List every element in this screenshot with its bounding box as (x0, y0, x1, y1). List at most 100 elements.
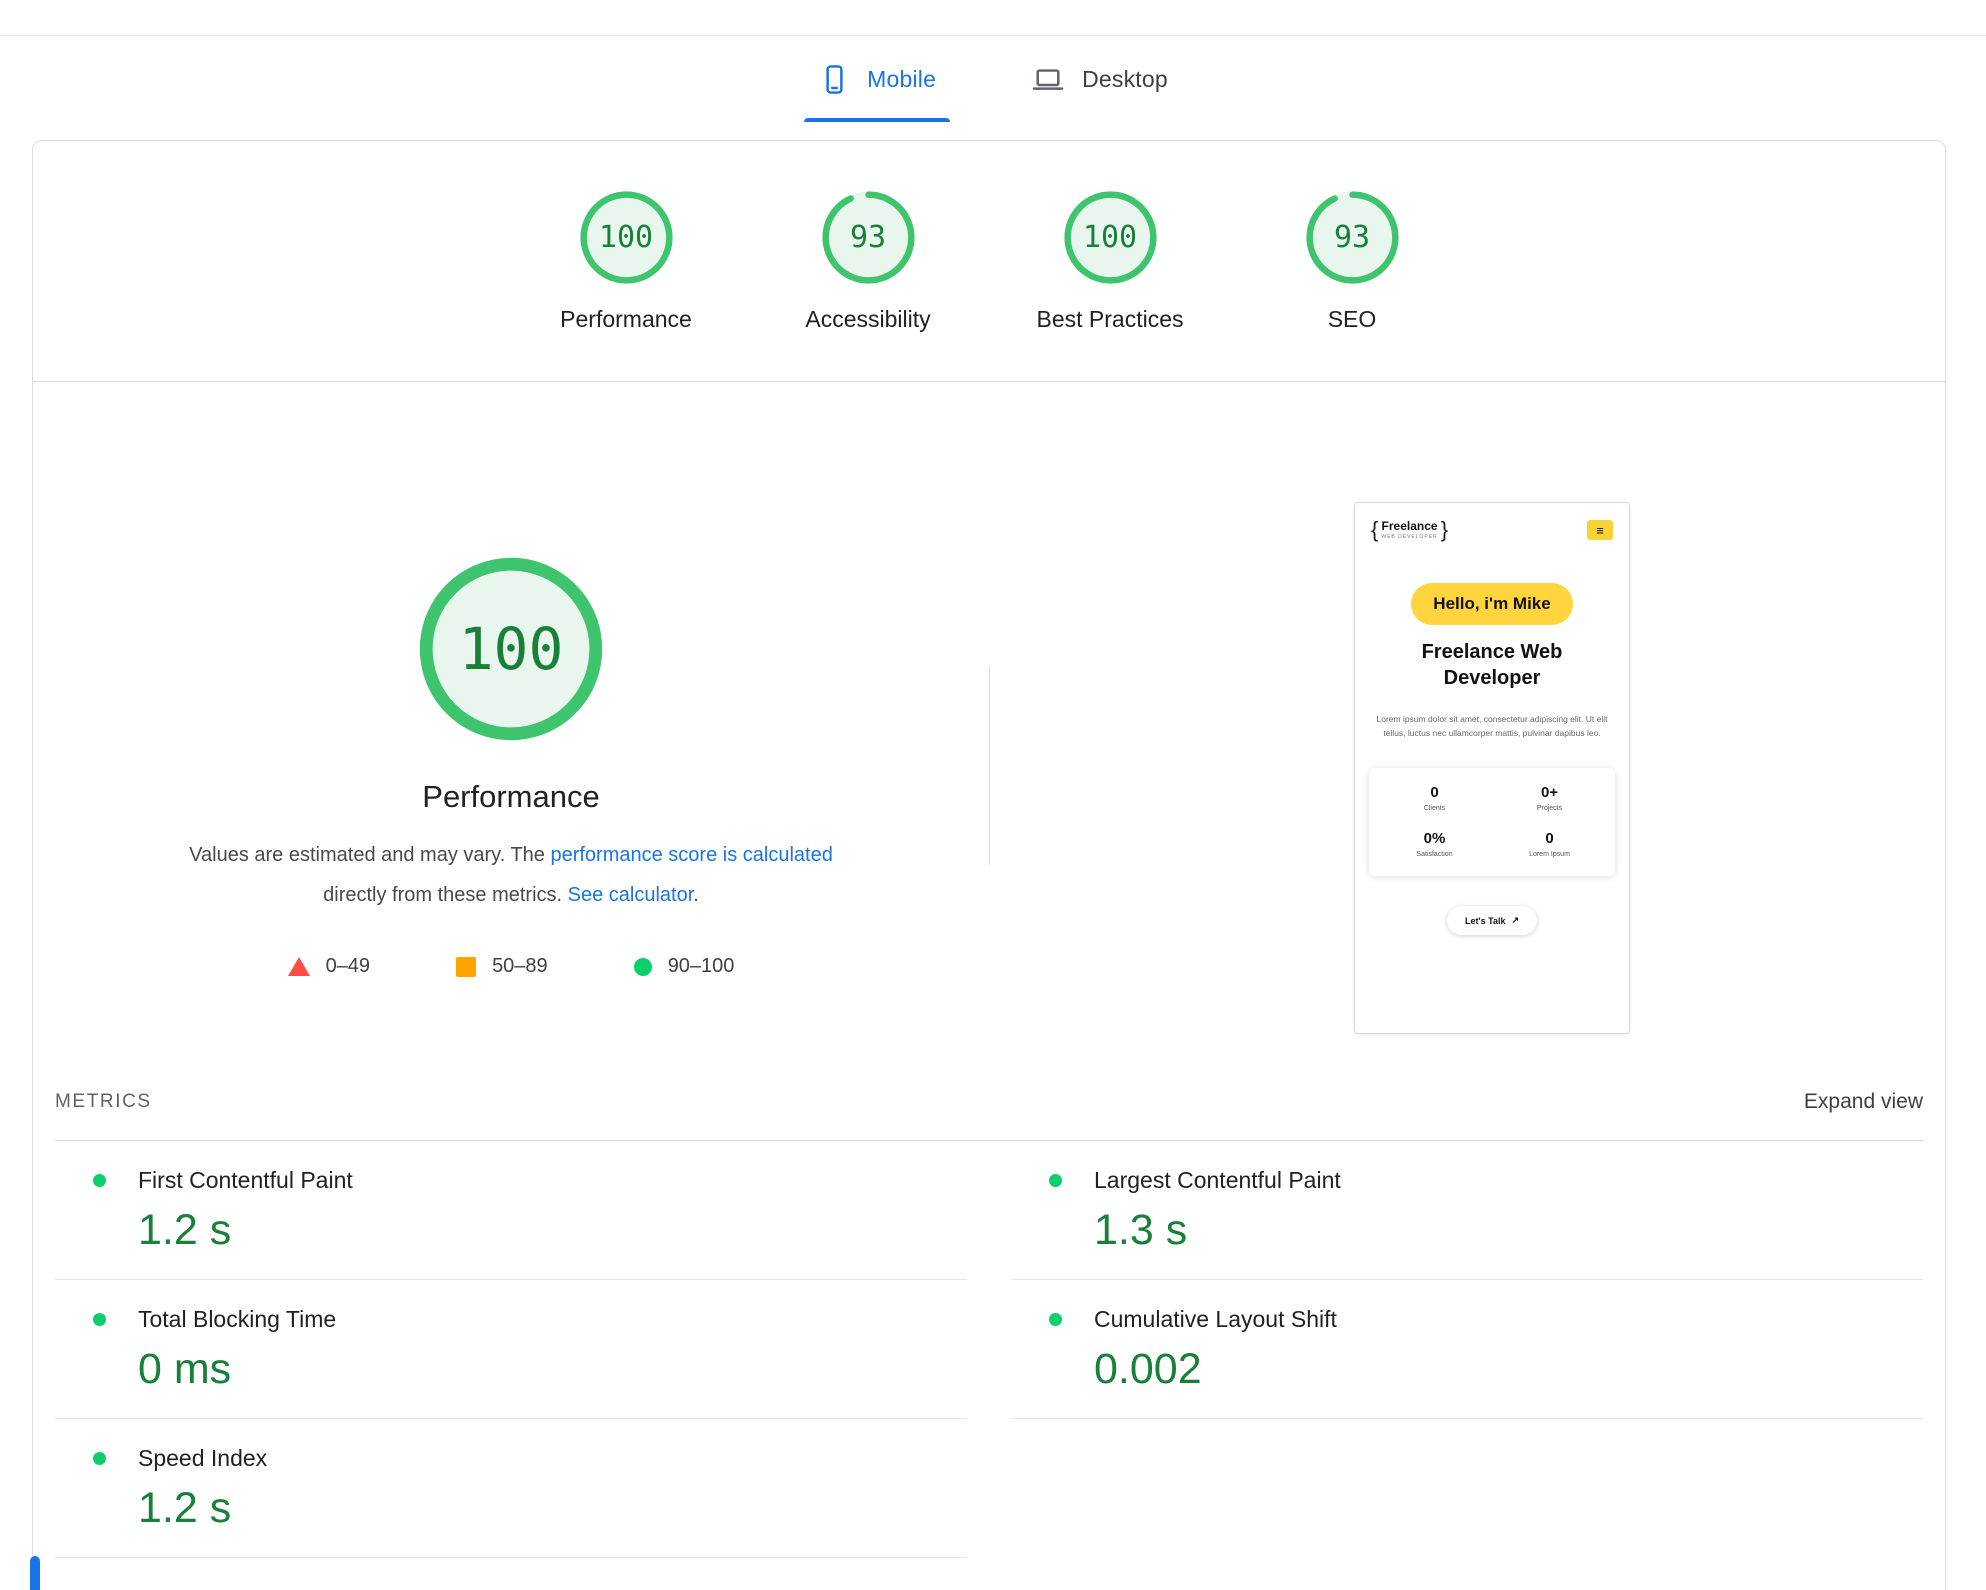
seo-score-label: SEO (1328, 306, 1377, 333)
accessibility-score-gauge: 93 (820, 189, 917, 286)
stat-lorem-ipsum: 0 Lorem Ipsum (1492, 830, 1607, 858)
stat-clients-label: Clients (1424, 805, 1445, 812)
performance-overview-section: 100 Performance Values are estimated and… (33, 382, 1945, 1090)
metrics-section-label: METRICS (55, 1091, 152, 1113)
vertical-divider (989, 668, 990, 865)
performance-summary: 100 Performance Values are estimated and… (33, 382, 989, 1090)
average-square-icon (456, 957, 476, 977)
stat-projects-value: 0+ (1541, 784, 1558, 801)
pass-dot-icon (93, 1313, 106, 1326)
site-logo: { Freelance WEB DEVELOPER } (1371, 519, 1448, 541)
metric-value: 0 ms (55, 1345, 967, 1394)
metric-value: 1.3 s (1011, 1206, 1923, 1255)
tab-desktop-label: Desktop (1082, 66, 1168, 93)
accessibility-score-value: 93 (820, 189, 917, 286)
stat-satisfaction: 0% Satisfaction (1377, 830, 1492, 858)
seo-score-gauge: 93 (1304, 189, 1401, 286)
performance-score-gauge: 100 (578, 189, 675, 286)
metric-name: Cumulative Layout Shift (1094, 1306, 1337, 1333)
logo-subtext: WEB DEVELOPER (1381, 534, 1437, 540)
metric-total-blocking-time: Total Blocking Time 0 ms (55, 1280, 967, 1419)
expand-view-button[interactable]: Expand view (1804, 1090, 1923, 1114)
hamburger-menu-icon: ≡ (1587, 520, 1613, 540)
logo-text: Freelance (1382, 520, 1438, 533)
metric-name: Largest Contentful Paint (1094, 1167, 1341, 1194)
legend-item-average: 50–89 (456, 955, 548, 978)
score-item-best-practices[interactable]: 100 Best Practices (1045, 189, 1175, 333)
see-calculator-link[interactable]: See calculator (568, 884, 694, 906)
stat-clients-value: 0 (1430, 784, 1438, 801)
report-card: 100 Performance 93 Accessibility (32, 140, 1946, 1590)
stat-projects: 0+ Projects (1492, 784, 1607, 812)
main-performance-score: 100 (415, 553, 607, 745)
pagespeed-report-page: Mobile Desktop 100 (0, 0, 1986, 1590)
site-heading: Freelance Web Developer (1392, 639, 1592, 691)
lets-talk-label: Let's Talk (1465, 916, 1506, 926)
legend-range-fail: 0–49 (326, 955, 371, 978)
metric-name: Total Blocking Time (138, 1306, 336, 1333)
pass-circle-icon (634, 958, 652, 976)
mobile-phone-icon (818, 63, 851, 96)
legend-range-pass: 90–100 (668, 955, 735, 978)
pass-dot-icon (93, 1452, 106, 1465)
metrics-grid: First Contentful Paint 1.2 s Total Block… (33, 1141, 1945, 1558)
legend-item-fail: 0–49 (288, 955, 371, 978)
stat-satisfaction-value: 0% (1424, 830, 1446, 847)
hello-badge: Hello, i'm Mike (1411, 583, 1572, 625)
active-tab-underline (804, 118, 950, 122)
metrics-column-left: First Contentful Paint 1.2 s Total Block… (55, 1141, 967, 1558)
site-stats-card: 0 Clients 0+ Projects 0% Satisfaction (1369, 768, 1615, 876)
best-practices-score-value: 100 (1062, 189, 1159, 286)
screenshot-panel: { Freelance WEB DEVELOPER } ≡ Hello, i'm… (989, 382, 1945, 1090)
page-screenshot-thumbnail[interactable]: { Freelance WEB DEVELOPER } ≡ Hello, i'm… (1354, 502, 1630, 1034)
legend-item-pass: 90–100 (634, 955, 735, 978)
tab-mobile-label: Mobile (867, 66, 936, 93)
pass-dot-icon (1049, 1313, 1062, 1326)
stat-satisfaction-label: Satisfaction (1416, 851, 1452, 858)
performance-score-label: Performance (560, 306, 692, 333)
performance-score-value: 100 (578, 189, 675, 286)
metric-first-contentful-paint: First Contentful Paint 1.2 s (55, 1141, 967, 1280)
metric-value: 0.002 (1011, 1345, 1923, 1394)
logo-brace-left: { (1371, 519, 1378, 541)
logo-wordmark: Freelance WEB DEVELOPER (1381, 520, 1437, 539)
logo-brace-right: } (1441, 519, 1448, 541)
metric-value: 1.2 s (55, 1206, 967, 1255)
legend-range-average: 50–89 (492, 955, 548, 978)
score-range-legend: 0–49 50–89 90–100 (288, 955, 735, 978)
stat-clients: 0 Clients (1377, 784, 1492, 812)
score-item-seo[interactable]: 93 SEO (1287, 189, 1417, 333)
best-practices-score-label: Best Practices (1037, 306, 1184, 333)
score-item-accessibility[interactable]: 93 Accessibility (803, 189, 933, 333)
category-scores-row: 100 Performance 93 Accessibility (33, 141, 1945, 333)
score-calculated-link[interactable]: performance score is calculated (550, 844, 832, 866)
performance-section-title: Performance (422, 779, 599, 815)
metric-name: Speed Index (138, 1445, 267, 1472)
tab-desktop[interactable]: Desktop (1020, 36, 1178, 122)
arrow-up-right-icon: ↗ (1511, 915, 1519, 926)
stat-lorem-label: Lorem Ipsum (1529, 851, 1570, 858)
thumbnail-site-header: { Freelance WEB DEVELOPER } ≡ (1355, 503, 1629, 541)
performance-description: Values are estimated and may vary. The p… (171, 835, 851, 915)
metric-speed-index: Speed Index 1.2 s (55, 1419, 967, 1558)
score-item-performance[interactable]: 100 Performance (561, 189, 691, 333)
metrics-header: METRICS Expand view (33, 1090, 1945, 1114)
metric-largest-contentful-paint: Largest Contentful Paint 1.3 s (1011, 1141, 1923, 1280)
metric-name: First Contentful Paint (138, 1167, 353, 1194)
stat-projects-label: Projects (1537, 805, 1562, 812)
pass-dot-icon (93, 1174, 106, 1187)
metrics-column-right: Largest Contentful Paint 1.3 s Cumulativ… (1011, 1141, 1923, 1558)
main-performance-gauge: 100 (415, 553, 607, 745)
accessibility-score-label: Accessibility (805, 306, 930, 333)
tab-mobile[interactable]: Mobile (808, 36, 946, 122)
best-practices-score-gauge: 100 (1062, 189, 1159, 286)
main-performance-gauge-wrap: 100 (415, 553, 607, 745)
scroll-indicator (30, 1556, 40, 1590)
site-intro-paragraph: Lorem ipsum dolor sit amet, consectetur … (1371, 713, 1613, 740)
pass-dot-icon (1049, 1174, 1062, 1187)
description-text-after: . (693, 884, 699, 906)
seo-score-value: 93 (1304, 189, 1401, 286)
metric-cumulative-layout-shift: Cumulative Layout Shift 0.002 (1011, 1280, 1923, 1419)
metric-value: 1.2 s (55, 1484, 967, 1533)
description-text-middle: directly from these metrics. (323, 884, 568, 906)
